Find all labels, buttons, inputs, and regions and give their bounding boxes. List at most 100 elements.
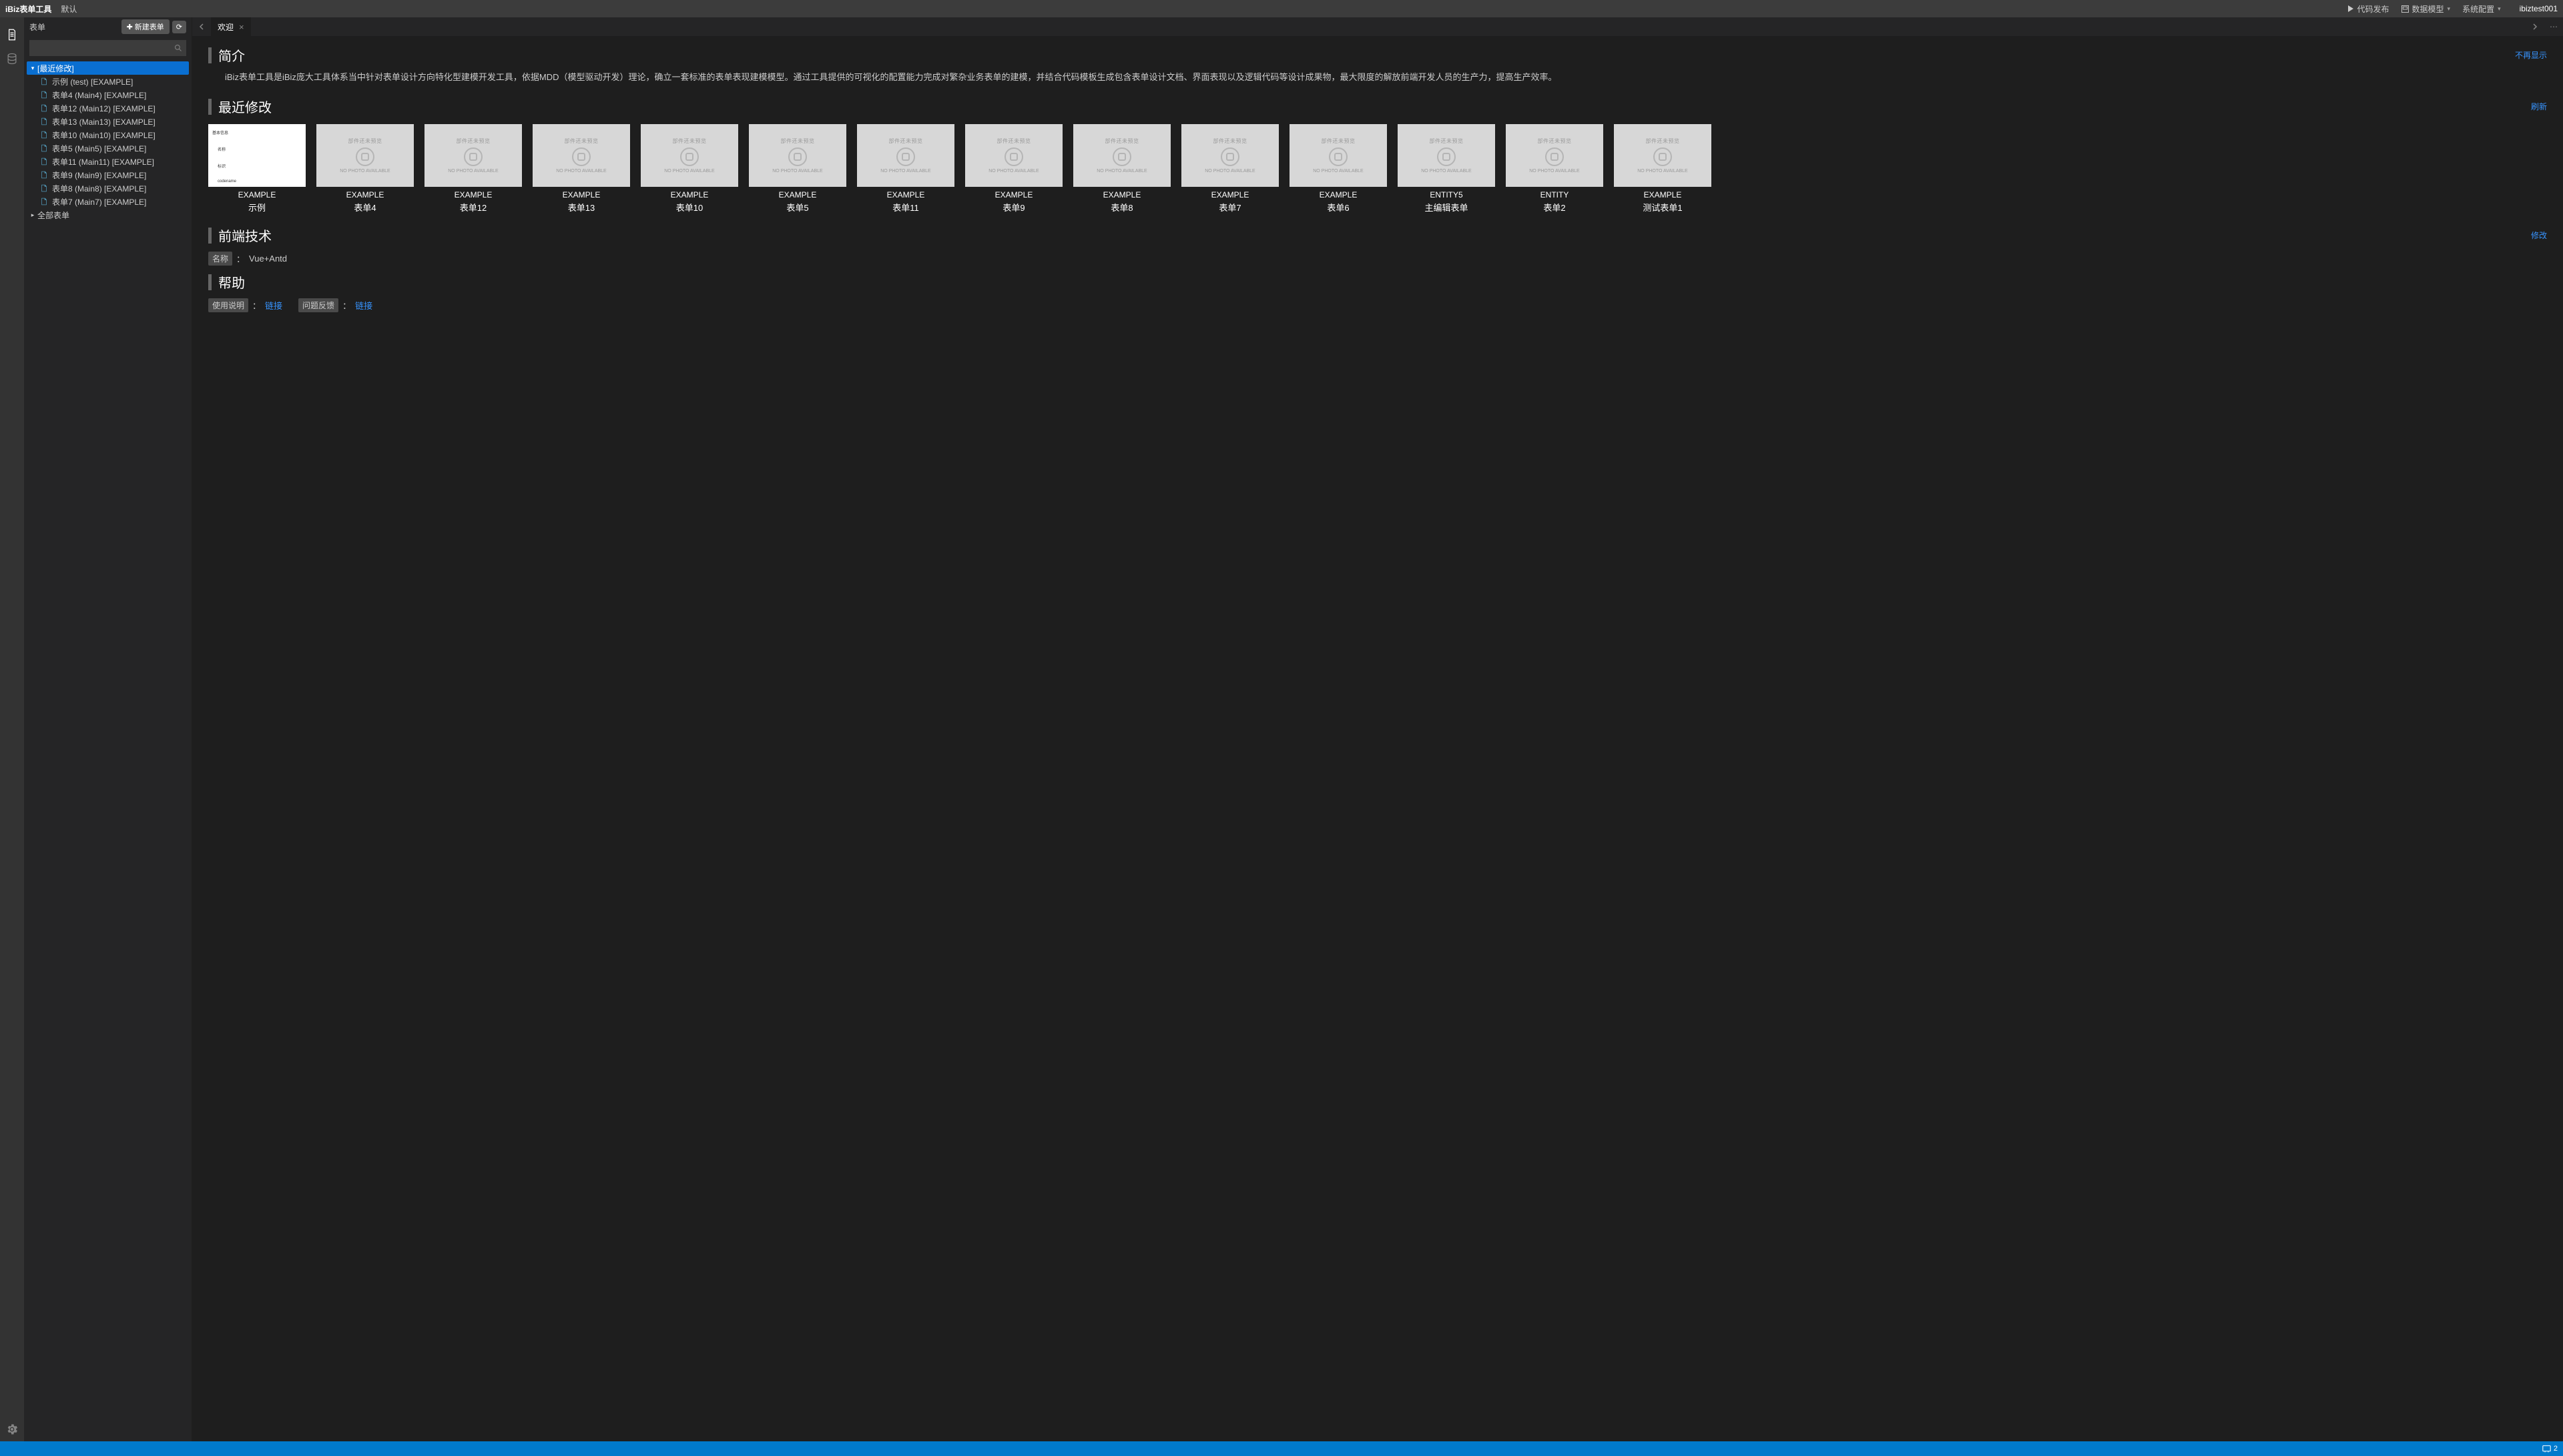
file-icon: [39, 171, 49, 179]
frontend-edit-link[interactable]: 修改: [2531, 230, 2547, 241]
tree-item[interactable]: 表单13 (Main13) [EXAMPLE]: [27, 115, 189, 128]
feedback-icon: [2542, 1445, 2551, 1453]
camera-icon: [1545, 147, 1564, 166]
recent-card[interactable]: 部件还未预览NO PHOTO AVAILABLEEXAMPLE测试表单1: [1614, 124, 1711, 214]
recent-card[interactable]: 基本信息名称标识codename规格信息EXAMPLE示例: [208, 124, 306, 214]
menu-sysconfig[interactable]: 系统配置 ▾: [2462, 3, 2501, 15]
placeholder-top: 部件还未预览: [348, 137, 382, 145]
help-feedback-link[interactable]: 链接: [355, 299, 372, 312]
recent-card[interactable]: 部件还未预览NO PHOTO AVAILABLE ENTITY表单2: [1506, 124, 1603, 214]
plus-icon: ✚: [127, 23, 133, 31]
camera-icon: [572, 147, 591, 166]
camera-icon: [680, 147, 699, 166]
help-row: 使用说明 ： 链接 问题反馈 ： 链接: [208, 298, 2547, 312]
card-l2: 表单5: [749, 201, 846, 214]
placeholder-top: 部件还未预览: [889, 137, 923, 145]
file-icon: [39, 198, 49, 206]
card-thumb: 部件还未预览NO PHOTO AVAILABLE: [965, 124, 1063, 187]
menubar: iBiz表单工具 默认 代码发布 数据模型 ▾ 系统配置 ▾ ibiztest0…: [0, 0, 2563, 17]
recent-card[interactable]: 部件还未预览NO PHOTO AVAILABLEEXAMPLE表单11: [857, 124, 954, 214]
tree-all[interactable]: ▸ 全部表单: [27, 208, 189, 222]
card-l2: 表单12: [424, 201, 522, 214]
recent-card[interactable]: 部件还未预览NO PHOTO AVAILABLEEXAMPLE表单5: [749, 124, 846, 214]
recent-card[interactable]: 部件还未预览NO PHOTO AVAILABLEEXAMPLE表单7: [1181, 124, 1279, 214]
tree-item[interactable]: 表单5 (Main5) [EXAMPLE]: [27, 141, 189, 155]
tree-item[interactable]: 表单10 (Main10) [EXAMPLE]: [27, 128, 189, 141]
tree-item[interactable]: 表单12 (Main12) [EXAMPLE]: [27, 101, 189, 115]
card-thumb: 部件还未预览NO PHOTO AVAILABLE: [1506, 124, 1603, 187]
card-l2: 表单9: [965, 201, 1063, 214]
card-l1: EXAMPLE: [1073, 190, 1171, 200]
camera-icon: [1653, 147, 1672, 166]
file-icon: [39, 117, 49, 125]
activity-forms[interactable]: [0, 23, 24, 47]
sidebar: 表单 ✚ 新建表单 ⟳ ▾ [最近修改] 示例 (test) [EXAMPLE]…: [24, 17, 192, 1441]
close-icon[interactable]: ×: [239, 22, 244, 32]
tab-welcome[interactable]: 欢迎 ×: [211, 17, 252, 36]
recent-card[interactable]: 部件还未预览NO PHOTO AVAILABLE EXAMPLE表单9: [965, 124, 1063, 214]
card-l1: ENTITY: [1506, 190, 1603, 200]
placeholder-top: 部件还未预览: [997, 137, 1031, 145]
recent-card[interactable]: 部件还未预览NO PHOTO AVAILABLEEXAMPLE表单12: [424, 124, 522, 214]
section-bar: [208, 274, 212, 290]
menu-default[interactable]: 默认: [61, 3, 77, 15]
help-title: 帮助: [218, 272, 2547, 292]
refresh-icon: ⟳: [176, 23, 182, 31]
tree-item[interactable]: 表单7 (Main7) [EXAMPLE]: [27, 195, 189, 208]
card-thumb: 部件还未预览NO PHOTO AVAILABLE: [316, 124, 414, 187]
card-l2: 表单13: [533, 201, 630, 214]
intro-hide-link[interactable]: 不再显示: [2515, 49, 2547, 61]
card-l1: EXAMPLE: [965, 190, 1063, 200]
new-form-button[interactable]: ✚ 新建表单: [121, 19, 170, 34]
file-icon: [39, 184, 49, 192]
refresh-sidebar-button[interactable]: ⟳: [172, 21, 186, 33]
placeholder-mid: NO PHOTO AVAILABLE: [772, 169, 822, 174]
activity-settings[interactable]: [0, 1417, 24, 1441]
search-input[interactable]: [29, 40, 186, 56]
activity-data[interactable]: [0, 47, 24, 71]
frontend-header: 前端技术 修改: [208, 226, 2547, 245]
chevron-down-icon: ▾: [2498, 5, 2501, 13]
user-label[interactable]: ibiztest001: [2520, 4, 2558, 13]
help-header: 帮助: [208, 272, 2547, 292]
card-l1: EXAMPLE: [857, 190, 954, 200]
status-notifications[interactable]: 2: [2542, 1445, 2558, 1453]
camera-icon: [1221, 147, 1239, 166]
card-l2: 表单2: [1506, 201, 1603, 214]
tree-item[interactable]: 示例 (test) [EXAMPLE]: [27, 75, 189, 88]
placeholder-top: 部件还未预览: [457, 137, 491, 145]
recent-card[interactable]: 部件还未预览NO PHOTO AVAILABLEEXAMPLE表单8: [1073, 124, 1171, 214]
card-l2: 表单8: [1073, 201, 1171, 214]
tree-item[interactable]: 表单11 (Main11) [EXAMPLE]: [27, 155, 189, 168]
placeholder-mid: NO PHOTO AVAILABLE: [556, 169, 606, 174]
tree-item[interactable]: 表单8 (Main8) [EXAMPLE]: [27, 181, 189, 195]
recent-card[interactable]: 部件还未预览NO PHOTO AVAILABLEEXAMPLE表单6: [1290, 124, 1387, 214]
tree-recent[interactable]: ▾ [最近修改]: [27, 61, 189, 75]
recent-card[interactable]: 部件还未预览NO PHOTO AVAILABLEENTITY5主编辑表单: [1398, 124, 1495, 214]
tree-item-label: 表单5 (Main5) [EXAMPLE]: [52, 143, 146, 154]
tree-all-label: 全部表单: [37, 210, 69, 221]
tree-item[interactable]: 表单9 (Main9) [EXAMPLE]: [27, 168, 189, 181]
layout-icon: [2401, 5, 2409, 13]
sidebar-header: 表单 ✚ 新建表单 ⟳: [24, 17, 192, 36]
recent-card[interactable]: 部件还未预览NO PHOTO AVAILABLEEXAMPLE表单10: [641, 124, 738, 214]
sidebar-search: [29, 40, 186, 56]
menu-datamodel[interactable]: 数据模型 ▾: [2401, 3, 2451, 15]
tab-next-button[interactable]: [2526, 17, 2544, 36]
card-l2: 表单6: [1290, 201, 1387, 214]
tree-item-label: 表单10 (Main10) [EXAMPLE]: [52, 129, 156, 141]
tab-more-button[interactable]: ⋯: [2544, 17, 2563, 36]
recent-card[interactable]: 部件还未预览NO PHOTO AVAILABLEEXAMPLE表单4: [316, 124, 414, 214]
card-l1: EXAMPLE: [1290, 190, 1387, 200]
menu-publish[interactable]: 代码发布: [2347, 3, 2389, 15]
recent-refresh-link[interactable]: 刷新: [2531, 101, 2547, 112]
card-thumb: 部件还未预览NO PHOTO AVAILABLE: [641, 124, 738, 187]
placeholder-top: 部件还未预览: [1105, 137, 1139, 145]
tab-prev-button[interactable]: [192, 17, 211, 36]
play-icon: [2347, 5, 2354, 12]
recent-card[interactable]: 部件还未预览NO PHOTO AVAILABLEEXAMPLE表单13: [533, 124, 630, 214]
card-thumb: 部件还未预览NO PHOTO AVAILABLE: [1398, 124, 1495, 187]
new-form-label: 新建表单: [135, 21, 164, 32]
tree-item[interactable]: 表单4 (Main4) [EXAMPLE]: [27, 88, 189, 101]
help-usage-link[interactable]: 链接: [265, 299, 282, 312]
